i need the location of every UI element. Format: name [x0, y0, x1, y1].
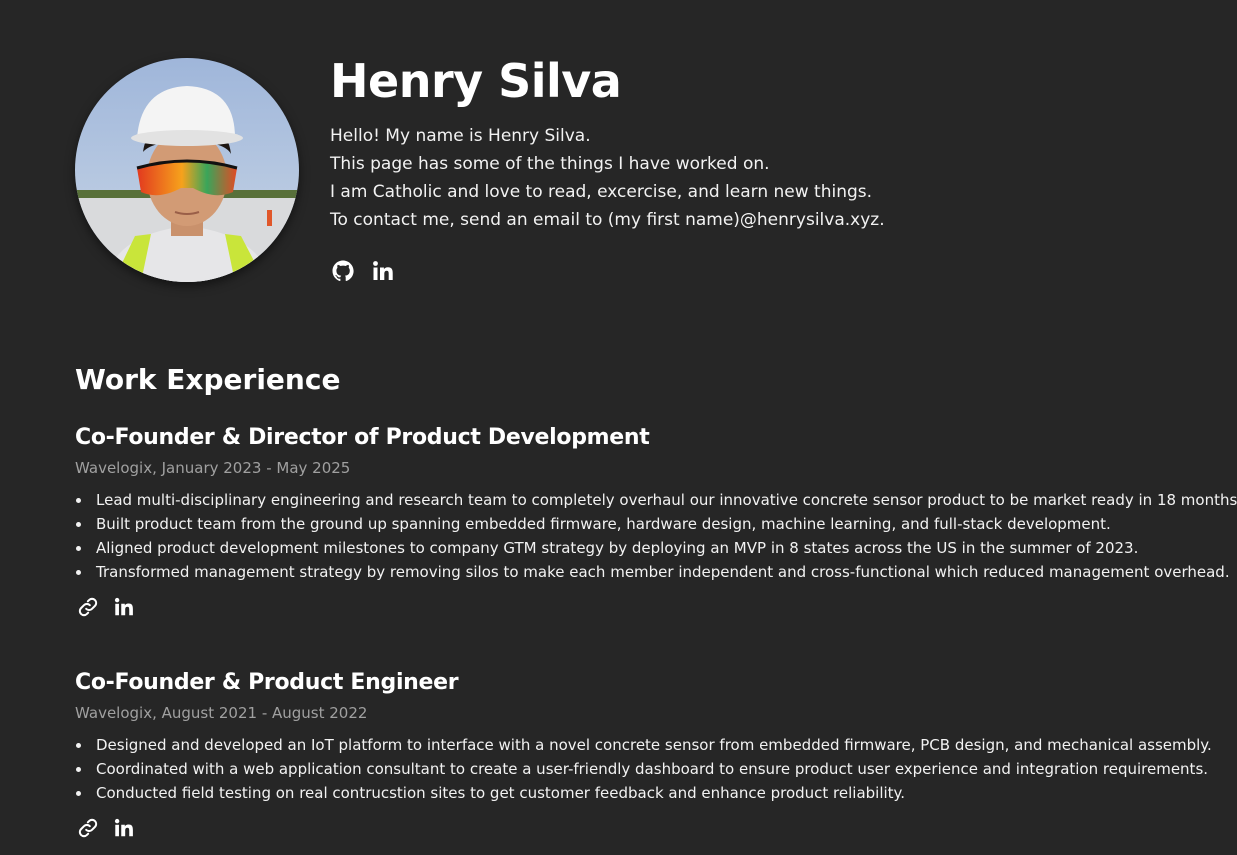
- list-item: Transformed management strategy by remov…: [75, 560, 1230, 584]
- intro-line: Hello! My name is Henry Silva.: [330, 126, 591, 146]
- intro-line: I am Catholic and love to read, excercis…: [330, 182, 873, 202]
- company-website-link[interactable]: [75, 594, 101, 620]
- list-item: Lead multi-disciplinary engineering and …: [75, 488, 1237, 512]
- list-item: Designed and developed an IoT platform t…: [75, 733, 1225, 757]
- intro-line: To contact me, send an email to (my firs…: [330, 210, 885, 230]
- intro-line: This page has some of the things I have …: [330, 154, 770, 174]
- github-link[interactable]: [330, 258, 356, 284]
- portfolio-page: Henry Silva Hello! My name is Henry Silv…: [0, 0, 1237, 855]
- section-title-work-experience: Work Experience: [75, 363, 341, 396]
- list-item: Coordinated with a web application consu…: [75, 757, 1225, 781]
- link-icon: [78, 818, 98, 838]
- linkedin-icon: [114, 818, 133, 837]
- linkedin-icon: [373, 261, 393, 280]
- link-icon: [78, 597, 98, 617]
- job-meta: Wavelogix, January 2023 - May 2025: [75, 459, 351, 477]
- list-item: Built product team from the ground up sp…: [75, 512, 1225, 536]
- job-title: Co-Founder & Director of Product Develop…: [75, 425, 650, 450]
- social-links: [330, 258, 396, 284]
- intro-text: Hello! My name is Henry Silva. This page…: [330, 122, 1150, 234]
- company-website-link[interactable]: [75, 815, 101, 841]
- linkedin-icon: [114, 597, 133, 616]
- job-entry: Co-Founder & Product Engineer Wavelogix,…: [75, 667, 1225, 841]
- job-title: Co-Founder & Product Engineer: [75, 670, 459, 695]
- list-item: Aligned product development milestones t…: [75, 536, 1225, 560]
- job-bullets: Lead multi-disciplinary engineering and …: [75, 488, 1237, 584]
- job-bullets: Designed and developed an IoT platform t…: [75, 733, 1225, 805]
- job-meta: Wavelogix, August 2021 - August 2022: [75, 704, 368, 722]
- job-links: [75, 815, 1225, 841]
- page-title: Henry Silva: [330, 54, 622, 108]
- avatar-photo: [75, 58, 299, 282]
- linkedin-link[interactable]: [370, 258, 396, 284]
- avatar: [75, 58, 299, 282]
- list-item: Conducted field testing on real contrucs…: [75, 781, 1225, 805]
- job-entry: Co-Founder & Director of Product Develop…: [75, 422, 1237, 620]
- company-linkedin-link[interactable]: [111, 594, 137, 620]
- github-icon: [332, 260, 354, 282]
- job-links: [75, 594, 1225, 620]
- company-linkedin-link[interactable]: [111, 815, 137, 841]
